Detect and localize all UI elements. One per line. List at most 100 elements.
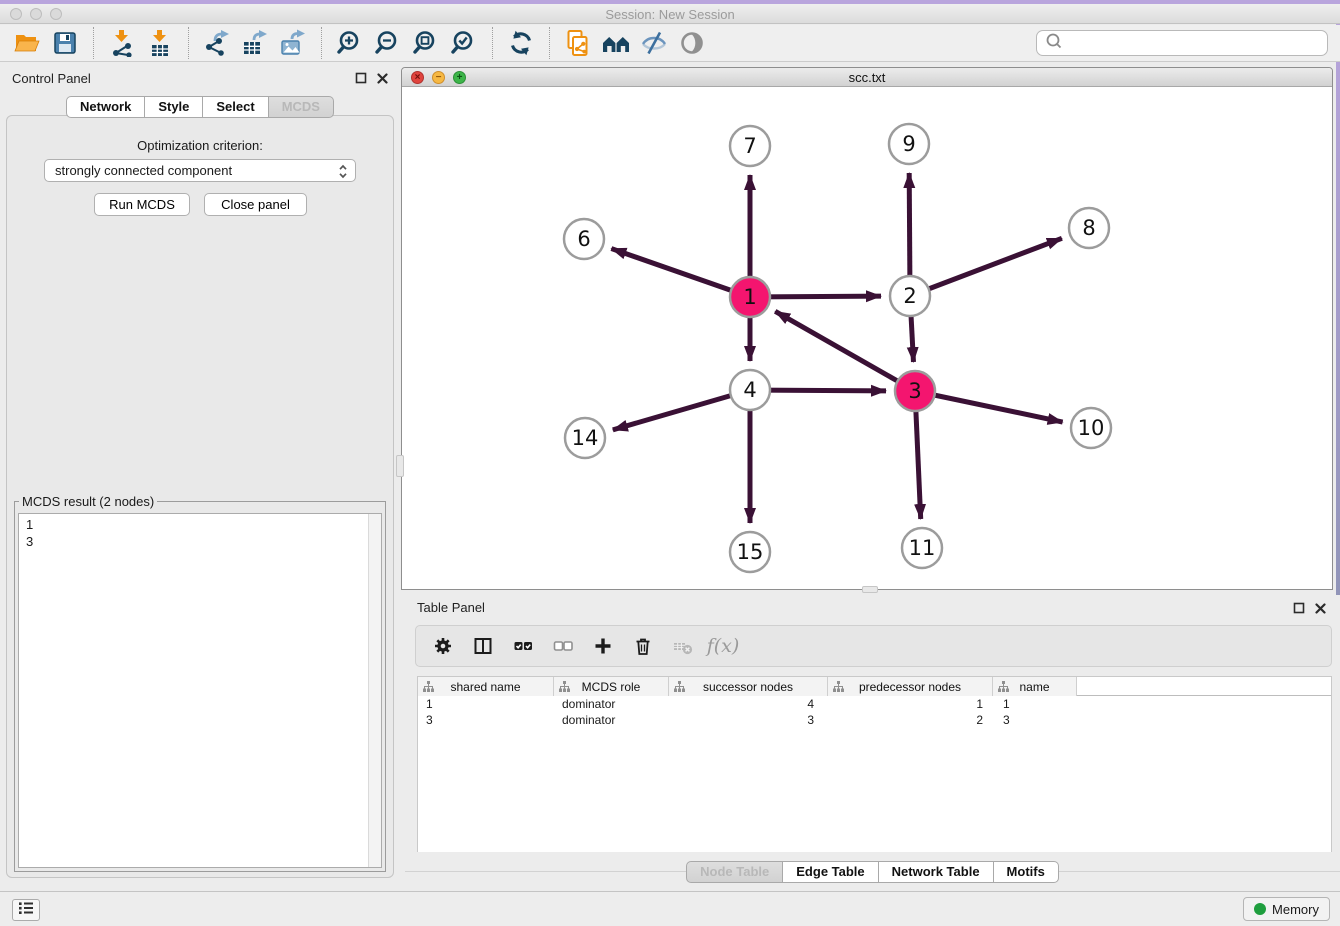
save-icon[interactable] — [49, 27, 81, 59]
cell-mcds-role: dominator — [554, 712, 669, 728]
chevron-up-down-icon — [335, 163, 351, 183]
import-network-icon[interactable] — [106, 27, 138, 59]
tab-select[interactable]: Select — [203, 96, 268, 118]
cell-name: 3 — [993, 712, 1077, 728]
tab-network[interactable]: Network — [66, 96, 145, 118]
clone-network-icon[interactable] — [562, 27, 594, 59]
graph-node-label-1: 1 — [743, 285, 756, 309]
table-tab-node-table[interactable]: Node Table — [686, 861, 783, 883]
export-image-icon[interactable] — [277, 27, 309, 59]
zoom-in-icon[interactable] — [334, 27, 366, 59]
column-header-predecessor-nodes[interactable]: predecessor nodes — [828, 677, 993, 696]
network-canvas[interactable]: 7968124314101511 — [402, 87, 1332, 590]
control-panel-tabs: NetworkStyleSelectMCDS — [0, 96, 400, 118]
home-icon[interactable] — [600, 27, 632, 59]
edge-2-8[interactable] — [910, 238, 1062, 296]
table-row[interactable]: 3dominator323 — [418, 712, 1331, 728]
toolbar-separator — [93, 27, 94, 59]
delete-icon[interactable] — [628, 631, 658, 661]
mcds-result-legend: MCDS result (2 nodes) — [19, 494, 157, 509]
delete-column-icon[interactable] — [668, 631, 698, 661]
edge-3-1[interactable] — [775, 311, 915, 391]
tab-mcds[interactable]: MCDS — [269, 96, 334, 118]
column-header-mcds-role[interactable]: MCDS role — [554, 677, 669, 696]
select-all-icon[interactable] — [508, 631, 538, 661]
edge-3-10[interactable] — [915, 391, 1063, 422]
zoom-selected-icon[interactable] — [448, 27, 480, 59]
cell-shared-name: 1 — [418, 696, 554, 712]
toolbar-separator — [549, 27, 550, 59]
add-column-icon[interactable] — [588, 631, 618, 661]
column-header-shared-name[interactable]: shared name — [418, 677, 554, 696]
graph-node-label-10: 10 — [1078, 416, 1105, 440]
deselect-all-icon[interactable] — [548, 631, 578, 661]
float-panel-icon[interactable] — [355, 71, 367, 89]
table-body: 1dominator4113dominator323 — [418, 696, 1331, 728]
cell-mcds-role: dominator — [554, 696, 669, 712]
folder-open-icon[interactable] — [11, 27, 43, 59]
dropdown-selected-value: strongly connected component — [55, 163, 232, 178]
zoom-out-icon[interactable] — [372, 27, 404, 59]
hide-graphics-details-icon[interactable] — [638, 27, 670, 59]
show-columns-icon[interactable] — [468, 631, 498, 661]
search-field[interactable] — [1036, 30, 1328, 56]
graph-node-label-7: 7 — [743, 134, 756, 158]
close-panel-icon[interactable] — [377, 71, 388, 89]
export-table-icon[interactable] — [239, 27, 271, 59]
close-table-panel-icon[interactable] — [1315, 601, 1326, 619]
result-scrollbar[interactable] — [368, 514, 381, 867]
table-panel: Table Panel f(x) shared nameMCDS rolesuc… — [405, 595, 1340, 891]
table-header-row: shared nameMCDS rolesuccessor nodesprede… — [418, 677, 1331, 696]
optimization-criterion-dropdown[interactable]: strongly connected component — [44, 159, 356, 182]
tab-style[interactable]: Style — [145, 96, 203, 118]
titlebar[interactable]: Session: New Session — [0, 4, 1340, 24]
graph-node-label-3: 3 — [908, 379, 921, 403]
function-builder-icon[interactable]: f(x) — [708, 631, 738, 661]
graph-node-label-15: 15 — [737, 540, 764, 564]
export-network-icon[interactable] — [201, 27, 233, 59]
import-table-icon[interactable] — [144, 27, 176, 59]
horizontal-splitter-handle[interactable] — [862, 586, 878, 593]
mcds-result-line: 1 — [26, 516, 381, 533]
float-table-panel-icon[interactable] — [1293, 601, 1305, 619]
table-toolbar: f(x) — [415, 625, 1332, 667]
table-tab-edge-table[interactable]: Edge Table — [783, 861, 878, 883]
app-window: Session: New Session Control Panel — [0, 0, 1340, 926]
toolbar-separator — [321, 27, 322, 59]
gear-icon[interactable] — [428, 631, 458, 661]
list-icon — [15, 897, 37, 924]
edge-1-6[interactable] — [611, 249, 750, 297]
toolbar-separator — [188, 27, 189, 59]
cell-predecessor-nodes: 2 — [828, 712, 993, 728]
edge-4-14[interactable] — [613, 390, 750, 430]
birdseye-view-icon[interactable] — [676, 27, 708, 59]
table-row[interactable]: 1dominator411 — [418, 696, 1331, 712]
search-input[interactable] — [1065, 33, 1327, 53]
refresh-icon[interactable] — [505, 27, 537, 59]
graph-node-label-6: 6 — [577, 227, 590, 251]
graph-node-label-2: 2 — [903, 284, 916, 308]
node-table: shared nameMCDS rolesuccessor nodesprede… — [417, 676, 1332, 852]
mcds-result-group: MCDS result (2 nodes) 13 — [14, 494, 386, 872]
cell-successor-nodes: 4 — [669, 696, 828, 712]
network-window-titlebar[interactable]: × − + scc.txt — [402, 68, 1332, 87]
mcds-result-textarea[interactable]: 13 — [18, 513, 382, 868]
table-tab-network-table[interactable]: Network Table — [879, 861, 994, 883]
network-window-title: scc.txt — [402, 70, 1332, 85]
status-bar: Memory — [0, 891, 1340, 926]
graph-node-label-9: 9 — [902, 132, 915, 156]
vertical-splitter-handle[interactable] — [396, 455, 404, 477]
column-header-successor-nodes[interactable]: successor nodes — [669, 677, 828, 696]
table-tab-motifs[interactable]: Motifs — [994, 861, 1059, 883]
cell-successor-nodes: 3 — [669, 712, 828, 728]
zoom-fit-icon[interactable] — [410, 27, 442, 59]
column-header-name[interactable]: name — [993, 677, 1077, 696]
task-history-button[interactable] — [12, 899, 40, 921]
memory-label: Memory — [1272, 902, 1319, 917]
run-mcds-button[interactable]: Run MCDS — [94, 193, 190, 216]
graph-svg: 7968124314101511 — [402, 87, 1332, 590]
control-panel-title: Control Panel — [12, 71, 91, 86]
graph-node-label-4: 4 — [743, 378, 756, 402]
memory-button[interactable]: Memory — [1243, 897, 1330, 921]
close-panel-button[interactable]: Close panel — [204, 193, 307, 216]
